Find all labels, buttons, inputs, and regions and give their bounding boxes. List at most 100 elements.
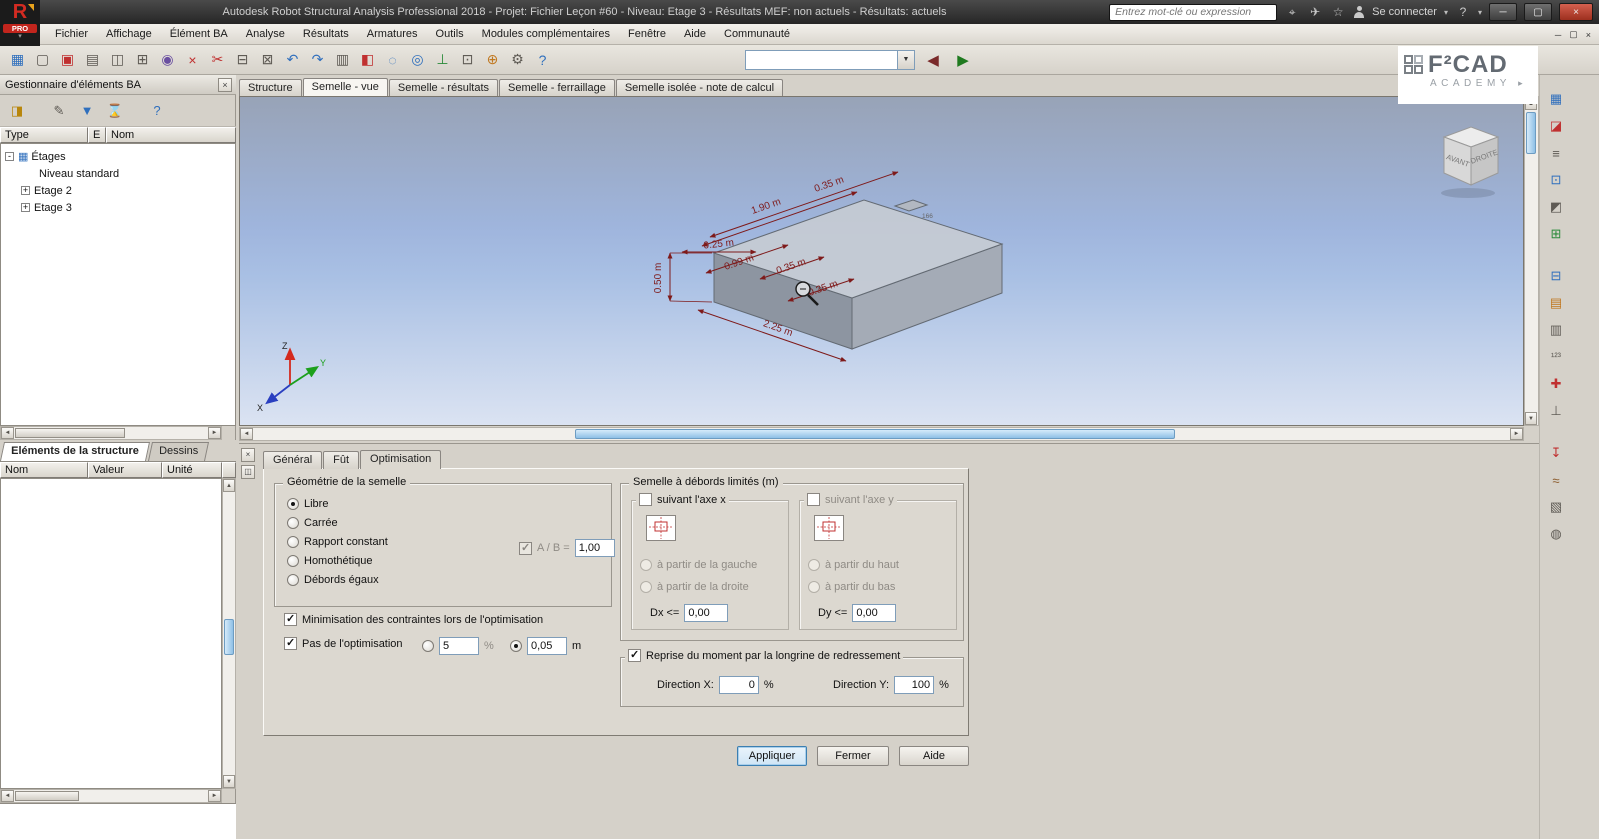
dy-limit-field[interactable] <box>852 604 896 622</box>
viewport-horizontal-scrollbar[interactable]: ◄ ► <box>239 427 1524 441</box>
menu-fenetre[interactable]: Fenêtre <box>619 24 675 45</box>
display-attributes-icon[interactable]: ◪ <box>1545 116 1567 136</box>
pas-optimisation-checkbox[interactable] <box>284 637 297 650</box>
help-caret-icon[interactable]: ▾ <box>1478 8 1482 17</box>
scrollbar-thumb[interactable] <box>15 791 79 801</box>
scroll-up-icon[interactable]: ▲ <box>223 479 235 492</box>
view-manager-icon[interactable]: ▦ <box>1545 89 1567 109</box>
scrollbar-thumb[interactable] <box>575 429 1175 439</box>
project-layout-icon[interactable]: ▦ <box>5 48 30 72</box>
screen-layout-icon[interactable]: ◧ <box>355 48 380 72</box>
column-type[interactable]: Type <box>0 127 88 143</box>
mdi-minimize-icon[interactable]: ─ <box>1555 30 1561 40</box>
filter-icon[interactable]: ▼ <box>76 100 98 122</box>
menu-analyse[interactable]: Analyse <box>237 24 294 45</box>
undo-icon[interactable]: ↶ <box>280 48 305 72</box>
suivant-axe-y-checkbox[interactable] <box>807 493 820 506</box>
nav-back-button[interactable]: ◀ <box>921 48 945 72</box>
menu-armatures[interactable]: Armatures <box>358 24 427 45</box>
section-icon[interactable]: ⊟ <box>1545 266 1567 286</box>
help-icon[interactable]: ? <box>1455 5 1471 19</box>
tree-label[interactable]: Etage 3 <box>34 202 72 214</box>
view-3d-icon[interactable]: ◩ <box>1545 197 1567 217</box>
tab-fut[interactable]: Fût <box>323 451 359 469</box>
scrollbar-thumb[interactable] <box>1526 112 1536 154</box>
favorites-star-icon[interactable]: ☆ <box>1330 5 1346 19</box>
panel-close-icon[interactable]: × <box>241 448 255 462</box>
tables-icon[interactable]: ▥ <box>330 48 355 72</box>
search-input[interactable] <box>1109 4 1277 21</box>
radio-icon[interactable] <box>422 640 434 652</box>
reprise-moment-row[interactable]: Reprise du moment par la longrine de red… <box>625 649 903 662</box>
cut-icon[interactable]: ✂ <box>205 48 230 72</box>
minimisation-checkbox[interactable] <box>284 613 297 626</box>
column-nom[interactable]: Nom <box>106 127 236 143</box>
menu-aide[interactable]: Aide <box>675 24 715 45</box>
print-icon[interactable]: ▤ <box>80 48 105 72</box>
ratio-ab-field[interactable] <box>575 539 615 557</box>
fermer-button[interactable]: Fermer <box>817 746 889 766</box>
mass-icon[interactable]: ⊕ <box>480 48 505 72</box>
scroll-right-icon[interactable]: ► <box>208 427 221 439</box>
column-valeur[interactable]: Valeur <box>88 462 162 478</box>
bars-display-icon[interactable]: ▥ <box>1545 320 1567 340</box>
element-manager-icon[interactable]: ◨ <box>6 100 28 122</box>
calculations-icon[interactable]: ⌛ <box>104 100 126 122</box>
display-options-icon[interactable]: ⊡ <box>455 48 480 72</box>
radio-icon[interactable] <box>510 640 522 652</box>
tab-semelle-ferraillage[interactable]: Semelle - ferraillage <box>499 79 615 96</box>
step-meter-option[interactable]: m <box>510 637 581 655</box>
projection-icon[interactable]: ⊥ <box>430 48 455 72</box>
menu-outils[interactable]: Outils <box>427 24 473 45</box>
radio-icon[interactable] <box>287 536 299 548</box>
step-percent-option[interactable]: % <box>422 637 494 655</box>
radio-rapport-constant[interactable]: Rapport constant <box>287 536 388 548</box>
tree-horizontal-scrollbar[interactable]: ◄ ► <box>0 426 222 440</box>
radio-a-partir-de-la-gauche[interactable]: à partir de la gauche <box>640 559 757 571</box>
scroll-right-icon[interactable]: ► <box>208 790 221 802</box>
radio-icon[interactable] <box>287 498 299 510</box>
scroll-down-icon[interactable]: ▼ <box>223 775 235 788</box>
suivant-axe-x-checkbox[interactable] <box>639 493 652 506</box>
objects-icon[interactable]: ▧ <box>1545 497 1567 517</box>
tree-label[interactable]: Étages <box>31 151 65 163</box>
column-e[interactable]: E <box>88 127 106 143</box>
new-project-icon[interactable]: ▢ <box>30 48 55 72</box>
pas-optimisation-row[interactable]: Pas de l'optimisation <box>284 637 403 650</box>
tab-general[interactable]: Général <box>263 451 322 469</box>
radio-libre[interactable]: Libre <box>287 498 328 510</box>
delete-icon[interactable]: × <box>180 48 205 72</box>
scroll-left-icon[interactable]: ◄ <box>240 428 253 440</box>
radio-debords-egaux[interactable]: Débords égaux <box>287 574 379 586</box>
step-meter-field[interactable] <box>527 637 567 655</box>
tree-expander-icon[interactable]: + <box>21 186 30 195</box>
tree-row-etages[interactable]: - ▦ Étages <box>1 148 235 165</box>
tab-structure[interactable]: Structure <box>239 79 302 96</box>
menu-affichage[interactable]: Affichage <box>97 24 161 45</box>
scroll-left-icon[interactable]: ◄ <box>1 427 14 439</box>
search-icon[interactable]: ⌖ <box>1284 5 1300 20</box>
tab-semelle-resultats[interactable]: Semelle - résultats <box>389 79 498 96</box>
combo-dropdown-icon[interactable]: ▼ <box>897 51 914 69</box>
redo-icon[interactable]: ↷ <box>305 48 330 72</box>
tree-expander-icon[interactable]: - <box>5 152 14 161</box>
zoom-icon[interactable]: ◌ <box>380 48 405 72</box>
menu-fichier[interactable]: Fichier <box>46 24 97 45</box>
radio-icon[interactable] <box>287 517 299 529</box>
tab-elements-de-la-structure[interactable]: Eléments de la structure <box>0 442 150 461</box>
menu-modules-complementaires[interactable]: Modules complémentaires <box>473 24 619 45</box>
radio-icon[interactable] <box>808 559 820 571</box>
share-icon[interactable]: ✈ <box>1307 5 1323 19</box>
mdi-close-icon[interactable]: × <box>1586 30 1591 40</box>
user-account-icon[interactable] <box>1353 6 1365 18</box>
tree-label[interactable]: Niveau standard <box>39 168 119 180</box>
close-button[interactable]: × <box>1559 3 1593 21</box>
panel-pin-icon[interactable]: ◫ <box>241 465 255 479</box>
save-icon[interactable]: ▣ <box>55 48 80 72</box>
menu-element-ba[interactable]: Élément BA <box>161 24 237 45</box>
menu-resultats[interactable]: Résultats <box>294 24 358 45</box>
property-horizontal-scrollbar[interactable]: ◄ ► <box>0 789 222 803</box>
aide-button[interactable]: Aide <box>899 746 969 766</box>
suivant-axe-y-row[interactable]: suivant l'axe y <box>804 493 897 506</box>
ratio-ab-checkbox[interactable] <box>519 542 532 555</box>
